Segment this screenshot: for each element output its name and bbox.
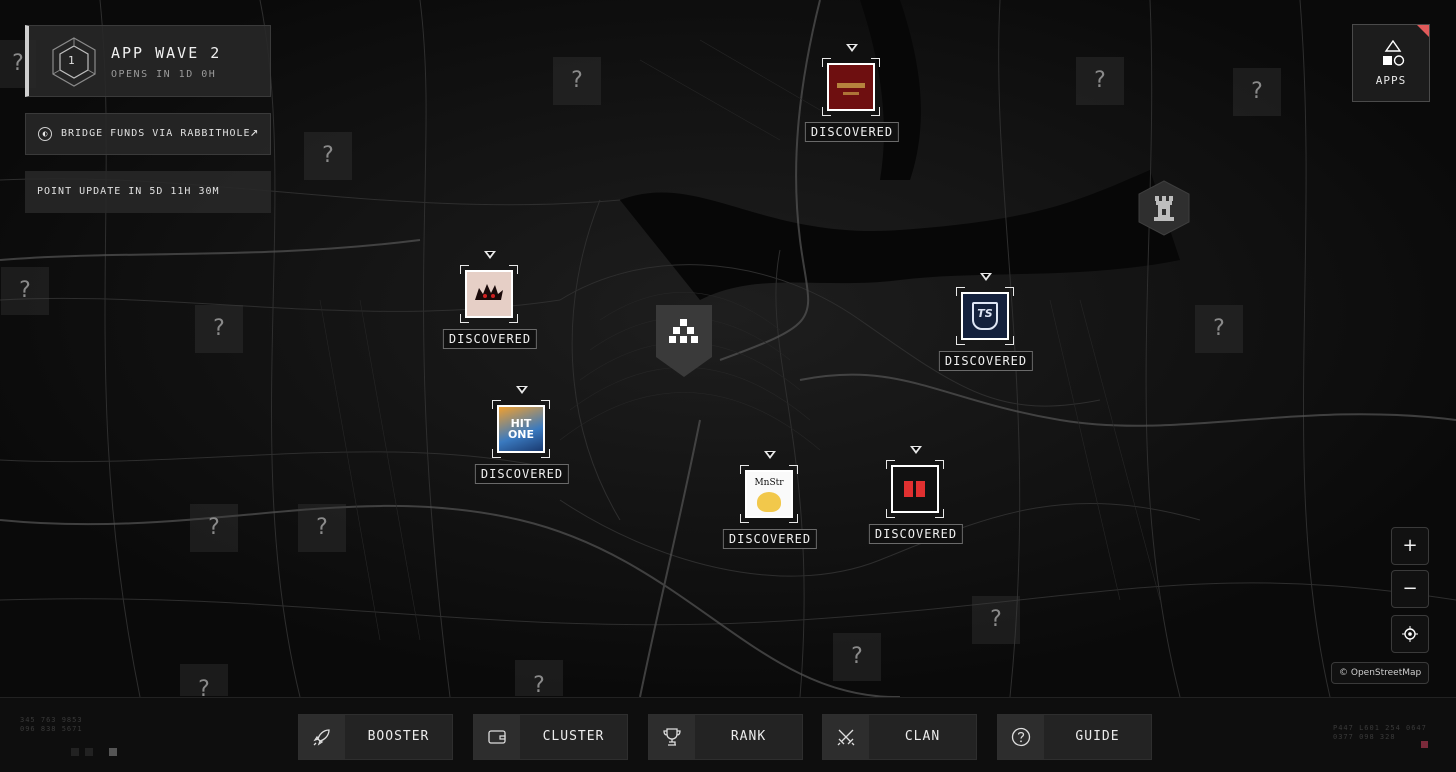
marker-rr[interactable]: DISCOVERED <box>868 446 964 546</box>
nav-rank-label: RANK <box>730 729 767 744</box>
rabbithole-icon: ◐ <box>38 127 52 141</box>
unknown-location[interactable]: ? <box>304 132 352 180</box>
unknown-location[interactable]: ? <box>553 57 601 105</box>
discovered-label: DISCOVERED <box>804 122 900 142</box>
marker-pointer-icon <box>764 451 776 459</box>
rocket-icon <box>313 729 330 746</box>
zoom-in-button[interactable]: + <box>1391 527 1429 565</box>
marker-hit-one[interactable]: HIT ONE DISCOVERED <box>474 386 570 486</box>
wave-title: APP WAVE 2 <box>111 44 222 62</box>
status-indicator <box>1421 741 1428 748</box>
point-update-panel: POINT UPDATE IN 5D 11H 30M <box>25 171 271 213</box>
marker-red-banner[interactable]: DISCOVERED <box>804 44 900 144</box>
indicator-square <box>85 748 93 756</box>
unknown-location[interactable]: ? <box>195 305 243 353</box>
app-logo: TS <box>961 292 1009 340</box>
unknown-location[interactable]: ? <box>298 504 346 552</box>
indicator-square <box>71 748 79 756</box>
marker-pointer-icon <box>980 273 992 281</box>
question-circle-icon <box>1011 727 1031 747</box>
discovered-label: DISCOVERED <box>868 524 964 544</box>
bottom-nav-bar: 345 763 9853 096 838 5671 BOOSTER CLUSTER… <box>0 697 1456 772</box>
nav-booster-label: BOOSTER <box>367 729 430 744</box>
bridge-funds-link[interactable]: ◐ BRIDGE FUNDS VIA RABBITHOLE ↗ <box>25 113 271 155</box>
nav-clan-label: CLAN <box>904 729 941 744</box>
nav-rank-button[interactable]: RANK <box>648 714 803 760</box>
coords-right: P447 L601 254 0647 0377 098 328 <box>1333 724 1427 741</box>
point-update-label: POINT UPDATE IN 5D 11H 30M <box>37 186 220 197</box>
home-base-marker[interactable] <box>656 305 712 377</box>
discovered-label: DISCOVERED <box>442 329 538 349</box>
marker-pointer-icon <box>910 446 922 454</box>
wallet-icon <box>488 730 506 744</box>
marker-spiky-creature[interactable]: DISCOVERED <box>442 251 538 351</box>
crosshair-icon <box>1402 626 1418 642</box>
unknown-location[interactable]: ? <box>1076 57 1124 105</box>
map-attribution[interactable]: © OpenStreetMap <box>1331 662 1430 684</box>
discovered-label: DISCOVERED <box>722 529 818 549</box>
shapes-icon <box>1383 40 1405 66</box>
notification-corner <box>1417 25 1429 37</box>
unknown-location[interactable]: ? <box>1 267 49 315</box>
unknown-location[interactable]: ? <box>1233 68 1281 116</box>
app-logo <box>891 465 939 513</box>
marker-ts[interactable]: TS DISCOVERED <box>938 273 1034 373</box>
wave-countdown: OPENS IN 1D 0H <box>111 69 217 80</box>
unknown-location[interactable]: ? <box>1195 305 1243 353</box>
nav-booster-button[interactable]: BOOSTER <box>298 714 453 760</box>
nav-cluster-label: CLUSTER <box>542 729 605 744</box>
unknown-location[interactable]: ? <box>190 504 238 552</box>
app-logo <box>827 63 875 111</box>
apps-label: APPS <box>1375 74 1407 87</box>
marker-mnstr[interactable]: MnStr DISCOVERED <box>722 451 818 551</box>
marker-pointer-icon <box>484 251 496 259</box>
unknown-location[interactable]: ? <box>972 596 1020 644</box>
unknown-location[interactable]: ? <box>515 660 563 698</box>
wave-number: 1 <box>68 54 75 67</box>
tower-icon[interactable] <box>1137 180 1191 236</box>
app-logo <box>465 270 513 318</box>
external-link-icon: ↗ <box>250 124 259 140</box>
zoom-out-button[interactable]: − <box>1391 570 1429 608</box>
unknown-location[interactable]: ? <box>833 633 881 681</box>
marker-pointer-icon <box>846 44 858 52</box>
marker-pointer-icon <box>516 386 528 394</box>
indicator-square <box>109 748 117 756</box>
nav-guide-label: GUIDE <box>1075 729 1120 744</box>
nav-clan-button[interactable]: CLAN <box>822 714 977 760</box>
discovered-label: DISCOVERED <box>938 351 1034 371</box>
app-logo: MnStr <box>745 470 793 518</box>
nav-cluster-button[interactable]: CLUSTER <box>473 714 628 760</box>
coords-left: 345 763 9853 096 838 5671 <box>20 716 83 733</box>
discovered-label: DISCOVERED <box>474 464 570 484</box>
unknown-location[interactable]: ? <box>180 664 228 702</box>
crossed-swords-icon <box>837 729 855 746</box>
app-wave-panel: 1 APP WAVE 2 OPENS IN 1D 0H <box>25 25 271 97</box>
trophy-icon <box>663 728 681 746</box>
locate-button[interactable] <box>1391 615 1429 653</box>
bridge-funds-label: BRIDGE FUNDS VIA RABBITHOLE <box>61 128 251 139</box>
apps-button[interactable]: APPS <box>1352 24 1430 102</box>
nav-guide-button[interactable]: GUIDE <box>997 714 1152 760</box>
app-logo: HIT ONE <box>497 405 545 453</box>
